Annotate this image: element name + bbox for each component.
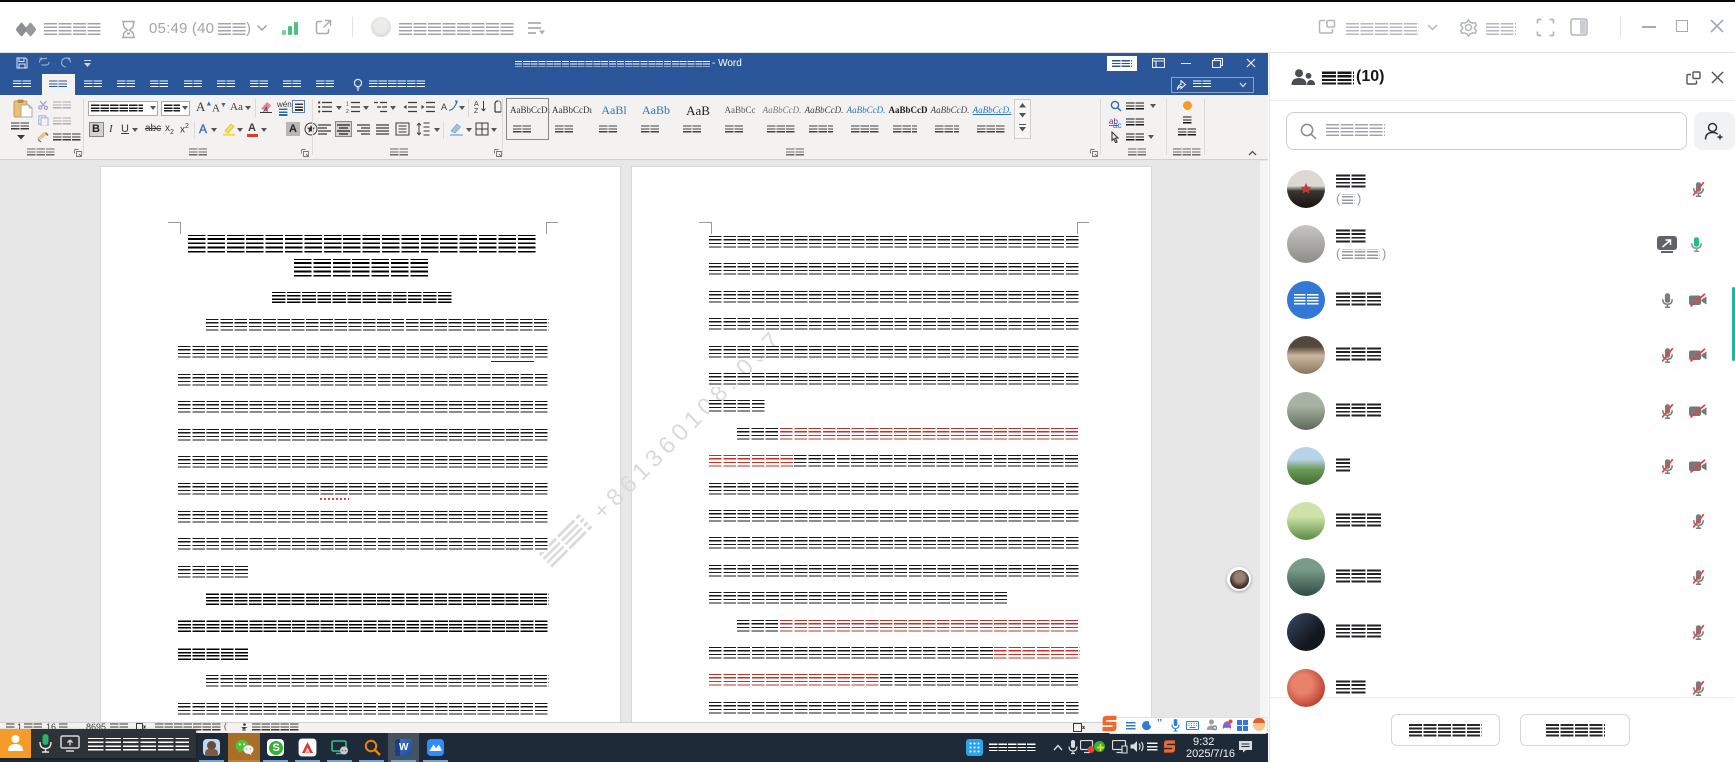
svg-text:2: 2 [346, 109, 349, 113]
svg-text:1: 1 [346, 102, 349, 108]
svg-text:ac: ac [1113, 121, 1121, 128]
svg-text:A: A [262, 106, 268, 114]
svg-text:A: A [441, 102, 447, 112]
svg-text:A: A [474, 101, 479, 108]
svg-text:Z: Z [474, 108, 479, 113]
